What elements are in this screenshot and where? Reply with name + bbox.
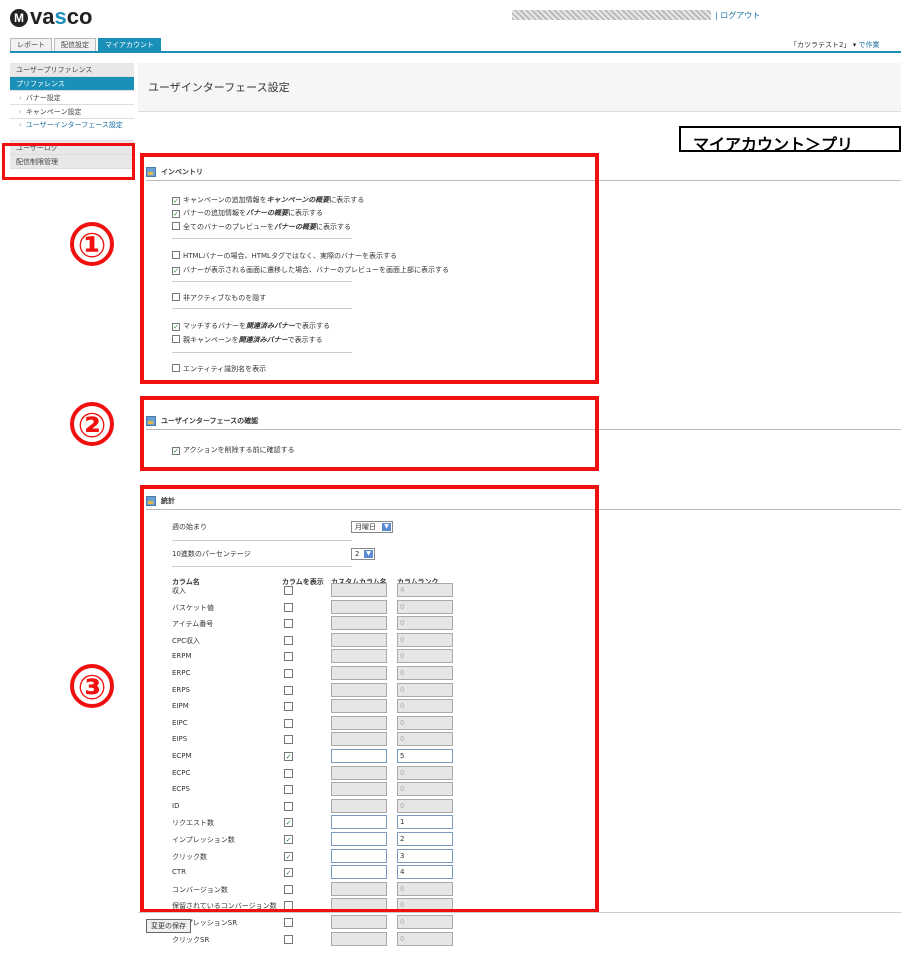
account-switcher[interactable]: 「カツラテスト2」 ▾ で作業 — [790, 40, 879, 50]
chevron-right-icon: › — [19, 108, 22, 116]
stat-row-rank-input[interactable]: 0 — [397, 931, 453, 946]
sidebar-item-3[interactable]: › キャンペーン設定 — [10, 105, 134, 119]
sidebar-item-2[interactable]: › バナー設定 — [10, 91, 134, 105]
logo-text: vasco — [30, 4, 93, 29]
sidebar-item-4[interactable]: › ユーザーインターフェース設定 — [10, 119, 134, 141]
chevron-right-icon: › — [19, 121, 22, 129]
annotation-box-1 — [140, 153, 599, 384]
redacted-user-info — [512, 10, 711, 20]
stat-row-name: クリックSR — [172, 935, 210, 944]
sidebar-item-1[interactable]: プリファレンス — [10, 77, 134, 91]
tab-underline — [10, 51, 901, 53]
tab-0[interactable]: レポート — [10, 38, 52, 51]
sidebar-item-label: バナー設定 — [25, 94, 61, 102]
logout-link[interactable]: | ログアウト — [715, 10, 760, 21]
sidebar-item-label: プリファレンス — [16, 80, 65, 88]
chevron-right-icon: › — [19, 94, 22, 102]
vasco-logo: Mvasco — [10, 4, 92, 30]
save-button[interactable]: 変更の保存 — [146, 919, 191, 933]
stat-row-custom-input[interactable] — [331, 931, 387, 946]
divider — [138, 912, 901, 913]
annotation-box-2 — [140, 396, 599, 471]
stat-row-show-checkbox[interactable] — [284, 934, 293, 944]
main-tabs: レポート 配信設定 マイアカウント — [10, 38, 163, 51]
sidebar-item-0[interactable]: ユーザープリファレンス — [10, 63, 134, 77]
sidebar-item-label: ユーザープリファレンス — [16, 66, 93, 74]
chevron-down-icon: ▾ — [852, 41, 857, 49]
logo-mark-icon: M — [10, 9, 28, 27]
sidebar-item-label: ユーザーインターフェース設定 — [25, 121, 123, 129]
tab-1[interactable]: 配信設定 — [54, 38, 96, 51]
annotation-box-sidebar — [2, 143, 135, 180]
page-title: ユーザインターフェース設定 — [138, 63, 901, 112]
annotation-number-2: ② — [70, 402, 114, 446]
annotation-number-1: ① — [70, 222, 114, 266]
stat-row-custom-input[interactable] — [331, 915, 387, 929]
stat-row-show-checkbox[interactable] — [284, 918, 293, 927]
stat-row-rank-input[interactable]: 0 — [397, 915, 453, 929]
annotation-number-3: ③ — [70, 664, 114, 708]
breadcrumb-callout: マイアカウント＞プリ — [679, 126, 901, 152]
sidebar-item-label: キャンペーン設定 — [25, 108, 82, 116]
tab-2[interactable]: マイアカウント — [98, 38, 161, 51]
annotation-box-3 — [140, 485, 599, 913]
